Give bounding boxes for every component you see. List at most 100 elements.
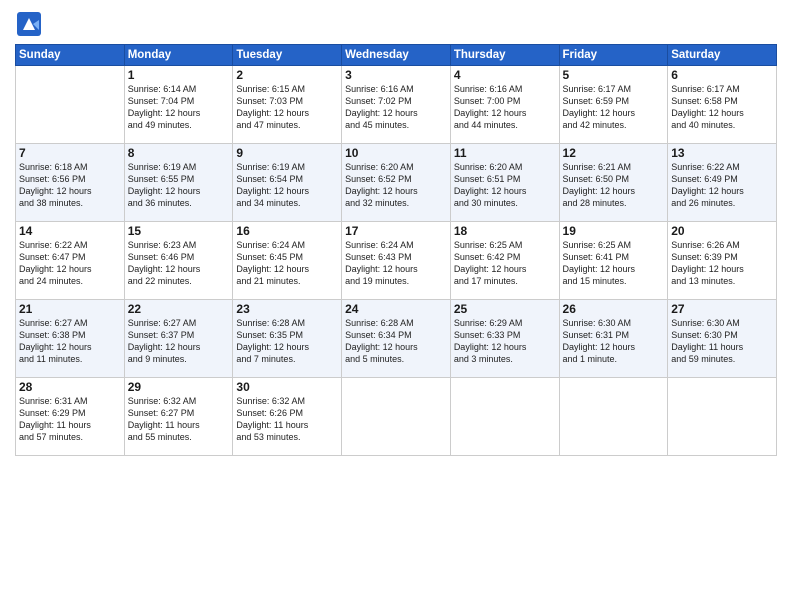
- cell-info: Sunrise: 6:32 AM Sunset: 6:26 PM Dayligh…: [236, 395, 338, 444]
- day-number: 2: [236, 68, 338, 82]
- cell-info: Sunrise: 6:31 AM Sunset: 6:29 PM Dayligh…: [19, 395, 121, 444]
- calendar-cell: 10Sunrise: 6:20 AM Sunset: 6:52 PM Dayli…: [342, 144, 451, 222]
- cell-info: Sunrise: 6:19 AM Sunset: 6:55 PM Dayligh…: [128, 161, 230, 210]
- cell-info: Sunrise: 6:15 AM Sunset: 7:03 PM Dayligh…: [236, 83, 338, 132]
- cell-info: Sunrise: 6:30 AM Sunset: 6:30 PM Dayligh…: [671, 317, 773, 366]
- calendar-cell: 21Sunrise: 6:27 AM Sunset: 6:38 PM Dayli…: [16, 300, 125, 378]
- weekday-monday: Monday: [124, 45, 233, 66]
- calendar-row-3: 21Sunrise: 6:27 AM Sunset: 6:38 PM Dayli…: [16, 300, 777, 378]
- calendar-cell: 11Sunrise: 6:20 AM Sunset: 6:51 PM Dayli…: [450, 144, 559, 222]
- calendar-cell: 19Sunrise: 6:25 AM Sunset: 6:41 PM Dayli…: [559, 222, 668, 300]
- calendar-cell: 13Sunrise: 6:22 AM Sunset: 6:49 PM Dayli…: [668, 144, 777, 222]
- cell-info: Sunrise: 6:14 AM Sunset: 7:04 PM Dayligh…: [128, 83, 230, 132]
- calendar-cell: [450, 378, 559, 456]
- calendar-cell: 18Sunrise: 6:25 AM Sunset: 6:42 PM Dayli…: [450, 222, 559, 300]
- calendar-row-0: 1Sunrise: 6:14 AM Sunset: 7:04 PM Daylig…: [16, 66, 777, 144]
- cell-info: Sunrise: 6:20 AM Sunset: 6:52 PM Dayligh…: [345, 161, 447, 210]
- day-number: 20: [671, 224, 773, 238]
- calendar-cell: 6Sunrise: 6:17 AM Sunset: 6:58 PM Daylig…: [668, 66, 777, 144]
- day-number: 25: [454, 302, 556, 316]
- weekday-friday: Friday: [559, 45, 668, 66]
- calendar-cell: 14Sunrise: 6:22 AM Sunset: 6:47 PM Dayli…: [16, 222, 125, 300]
- day-number: 8: [128, 146, 230, 160]
- logo-icon: [15, 10, 43, 38]
- calendar-cell: 8Sunrise: 6:19 AM Sunset: 6:55 PM Daylig…: [124, 144, 233, 222]
- calendar-cell: [16, 66, 125, 144]
- day-number: 24: [345, 302, 447, 316]
- calendar-row-2: 14Sunrise: 6:22 AM Sunset: 6:47 PM Dayli…: [16, 222, 777, 300]
- calendar-row-4: 28Sunrise: 6:31 AM Sunset: 6:29 PM Dayli…: [16, 378, 777, 456]
- day-number: 17: [345, 224, 447, 238]
- cell-info: Sunrise: 6:22 AM Sunset: 6:47 PM Dayligh…: [19, 239, 121, 288]
- header: [15, 10, 777, 38]
- cell-info: Sunrise: 6:32 AM Sunset: 6:27 PM Dayligh…: [128, 395, 230, 444]
- logo: [15, 10, 45, 38]
- calendar-row-1: 7Sunrise: 6:18 AM Sunset: 6:56 PM Daylig…: [16, 144, 777, 222]
- calendar-cell: 5Sunrise: 6:17 AM Sunset: 6:59 PM Daylig…: [559, 66, 668, 144]
- day-number: 27: [671, 302, 773, 316]
- calendar-cell: 24Sunrise: 6:28 AM Sunset: 6:34 PM Dayli…: [342, 300, 451, 378]
- calendar-cell: 25Sunrise: 6:29 AM Sunset: 6:33 PM Dayli…: [450, 300, 559, 378]
- cell-info: Sunrise: 6:17 AM Sunset: 6:59 PM Dayligh…: [563, 83, 665, 132]
- day-number: 11: [454, 146, 556, 160]
- cell-info: Sunrise: 6:27 AM Sunset: 6:38 PM Dayligh…: [19, 317, 121, 366]
- day-number: 12: [563, 146, 665, 160]
- cell-info: Sunrise: 6:16 AM Sunset: 7:00 PM Dayligh…: [454, 83, 556, 132]
- calendar-cell: 20Sunrise: 6:26 AM Sunset: 6:39 PM Dayli…: [668, 222, 777, 300]
- cell-info: Sunrise: 6:19 AM Sunset: 6:54 PM Dayligh…: [236, 161, 338, 210]
- cell-info: Sunrise: 6:18 AM Sunset: 6:56 PM Dayligh…: [19, 161, 121, 210]
- calendar-cell: 16Sunrise: 6:24 AM Sunset: 6:45 PM Dayli…: [233, 222, 342, 300]
- cell-info: Sunrise: 6:20 AM Sunset: 6:51 PM Dayligh…: [454, 161, 556, 210]
- cell-info: Sunrise: 6:22 AM Sunset: 6:49 PM Dayligh…: [671, 161, 773, 210]
- calendar-cell: 12Sunrise: 6:21 AM Sunset: 6:50 PM Dayli…: [559, 144, 668, 222]
- day-number: 7: [19, 146, 121, 160]
- weekday-tuesday: Tuesday: [233, 45, 342, 66]
- calendar-cell: 29Sunrise: 6:32 AM Sunset: 6:27 PM Dayli…: [124, 378, 233, 456]
- cell-info: Sunrise: 6:21 AM Sunset: 6:50 PM Dayligh…: [563, 161, 665, 210]
- day-number: 10: [345, 146, 447, 160]
- day-number: 3: [345, 68, 447, 82]
- cell-info: Sunrise: 6:23 AM Sunset: 6:46 PM Dayligh…: [128, 239, 230, 288]
- calendar-cell: 22Sunrise: 6:27 AM Sunset: 6:37 PM Dayli…: [124, 300, 233, 378]
- day-number: 9: [236, 146, 338, 160]
- day-number: 5: [563, 68, 665, 82]
- calendar-cell: 27Sunrise: 6:30 AM Sunset: 6:30 PM Dayli…: [668, 300, 777, 378]
- day-number: 30: [236, 380, 338, 394]
- calendar-cell: 15Sunrise: 6:23 AM Sunset: 6:46 PM Dayli…: [124, 222, 233, 300]
- day-number: 28: [19, 380, 121, 394]
- calendar-cell: 3Sunrise: 6:16 AM Sunset: 7:02 PM Daylig…: [342, 66, 451, 144]
- calendar-cell: 23Sunrise: 6:28 AM Sunset: 6:35 PM Dayli…: [233, 300, 342, 378]
- day-number: 1: [128, 68, 230, 82]
- cell-info: Sunrise: 6:24 AM Sunset: 6:45 PM Dayligh…: [236, 239, 338, 288]
- weekday-wednesday: Wednesday: [342, 45, 451, 66]
- calendar-cell: 7Sunrise: 6:18 AM Sunset: 6:56 PM Daylig…: [16, 144, 125, 222]
- day-number: 14: [19, 224, 121, 238]
- cell-info: Sunrise: 6:25 AM Sunset: 6:42 PM Dayligh…: [454, 239, 556, 288]
- calendar-table: SundayMondayTuesdayWednesdayThursdayFrid…: [15, 44, 777, 456]
- day-number: 6: [671, 68, 773, 82]
- calendar-cell: 4Sunrise: 6:16 AM Sunset: 7:00 PM Daylig…: [450, 66, 559, 144]
- cell-info: Sunrise: 6:26 AM Sunset: 6:39 PM Dayligh…: [671, 239, 773, 288]
- cell-info: Sunrise: 6:16 AM Sunset: 7:02 PM Dayligh…: [345, 83, 447, 132]
- day-number: 19: [563, 224, 665, 238]
- cell-info: Sunrise: 6:28 AM Sunset: 6:34 PM Dayligh…: [345, 317, 447, 366]
- cell-info: Sunrise: 6:25 AM Sunset: 6:41 PM Dayligh…: [563, 239, 665, 288]
- day-number: 21: [19, 302, 121, 316]
- cell-info: Sunrise: 6:30 AM Sunset: 6:31 PM Dayligh…: [563, 317, 665, 366]
- cell-info: Sunrise: 6:17 AM Sunset: 6:58 PM Dayligh…: [671, 83, 773, 132]
- day-number: 18: [454, 224, 556, 238]
- calendar-cell: 17Sunrise: 6:24 AM Sunset: 6:43 PM Dayli…: [342, 222, 451, 300]
- cell-info: Sunrise: 6:24 AM Sunset: 6:43 PM Dayligh…: [345, 239, 447, 288]
- day-number: 13: [671, 146, 773, 160]
- calendar-cell: 26Sunrise: 6:30 AM Sunset: 6:31 PM Dayli…: [559, 300, 668, 378]
- calendar-cell: 30Sunrise: 6:32 AM Sunset: 6:26 PM Dayli…: [233, 378, 342, 456]
- calendar-cell: 28Sunrise: 6:31 AM Sunset: 6:29 PM Dayli…: [16, 378, 125, 456]
- calendar-cell: [342, 378, 451, 456]
- day-number: 29: [128, 380, 230, 394]
- calendar-cell: [668, 378, 777, 456]
- weekday-sunday: Sunday: [16, 45, 125, 66]
- day-number: 4: [454, 68, 556, 82]
- page: SundayMondayTuesdayWednesdayThursdayFrid…: [0, 0, 792, 612]
- weekday-saturday: Saturday: [668, 45, 777, 66]
- calendar-cell: 9Sunrise: 6:19 AM Sunset: 6:54 PM Daylig…: [233, 144, 342, 222]
